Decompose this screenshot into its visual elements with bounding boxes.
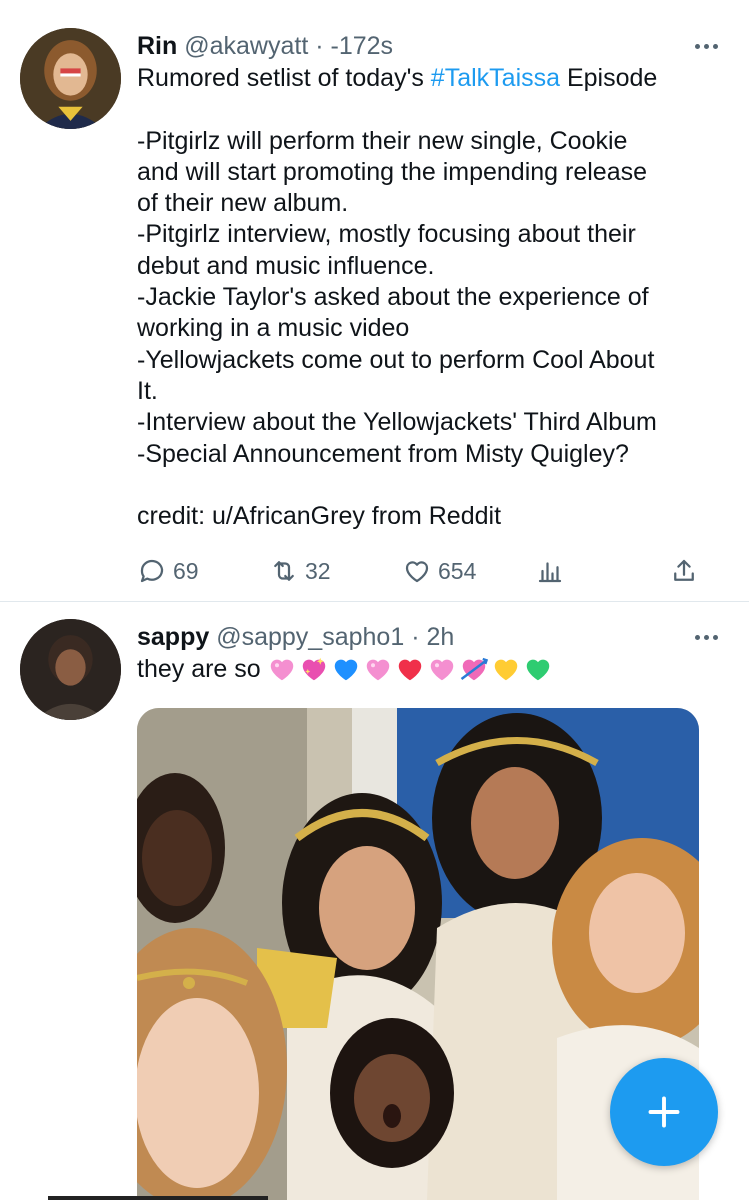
share-button[interactable] — [669, 553, 705, 589]
pink-heart-icon — [270, 659, 293, 681]
analytics-icon — [538, 562, 562, 583]
display-name[interactable]: sappy — [137, 623, 209, 651]
retweet-icon — [274, 561, 294, 581]
like-button[interactable]: 654 — [402, 553, 476, 589]
user-handle[interactable]: @sappy_sapho1 — [216, 623, 404, 651]
yellow-heart-icon — [494, 659, 517, 681]
retweet-count: 32 — [305, 557, 331, 584]
blue-heart-icon — [334, 659, 357, 681]
hashtag-link[interactable]: #TalkTaissa — [431, 64, 560, 92]
retweet-button[interactable]: 32 — [269, 553, 331, 589]
tweet-text: Rumored setlist of today's #TalkTaissa E… — [137, 63, 727, 532]
pink-heart-icon — [430, 659, 453, 681]
timestamp[interactable]: -172s — [331, 32, 394, 60]
heart-with-arrow-icon — [460, 657, 488, 681]
display-name[interactable]: Rin — [137, 32, 177, 60]
pink-heart-icon — [366, 659, 389, 681]
tweet-rin[interactable]: Rin @akawyatt · -172s Rumored setlist of… — [0, 0, 749, 602]
avatar-sappy[interactable] — [20, 619, 121, 720]
more-icon[interactable] — [693, 36, 721, 56]
avatar-rin[interactable] — [20, 28, 121, 129]
tweet-header: sappy @sappy_sapho1 · 2h — [137, 622, 454, 652]
sparkling-heart-icon — [302, 657, 325, 681]
reply-icon — [140, 559, 164, 583]
compose-tweet-button[interactable] — [610, 1058, 718, 1166]
heart-emoji-row — [267, 654, 555, 684]
tweet-text: they are so — [137, 653, 555, 685]
like-icon — [405, 561, 429, 583]
tweet-actions: 69 32 654 — [137, 553, 707, 589]
share-icon — [674, 559, 694, 581]
scroll-indicator — [48, 1196, 268, 1200]
user-handle[interactable]: @akawyatt — [184, 32, 308, 60]
tweet-text-intro: Rumored setlist of today's — [137, 64, 431, 92]
timestamp[interactable]: 2h — [426, 623, 454, 651]
green-heart-icon — [526, 659, 549, 681]
separator-dot: · — [315, 32, 324, 60]
more-icon[interactable] — [693, 627, 721, 647]
like-count: 654 — [438, 557, 477, 584]
red-heart-icon — [398, 659, 421, 681]
reply-count: 69 — [173, 557, 199, 584]
reply-button[interactable]: 69 — [137, 553, 199, 589]
tweet-text-body: Episode -Pitgirlz will perform their new… — [137, 64, 658, 531]
separator-dot: · — [411, 623, 420, 651]
tweet-header: Rin @akawyatt · -172s — [137, 31, 393, 61]
analytics-button[interactable] — [535, 553, 571, 589]
tweet-text-body: they are so — [137, 655, 261, 683]
compose-plus-icon — [648, 1096, 680, 1128]
